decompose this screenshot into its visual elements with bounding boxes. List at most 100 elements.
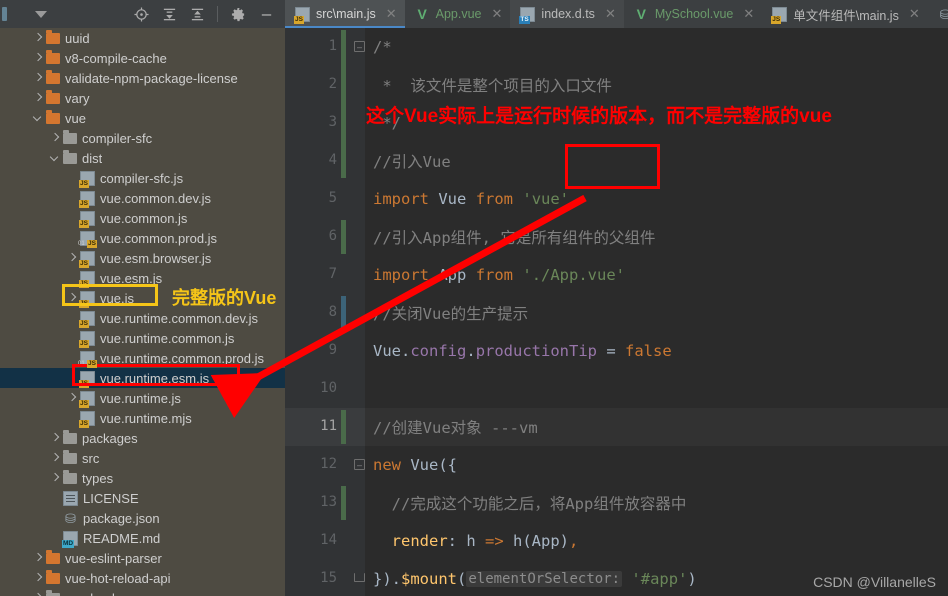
chevron-down-icon[interactable]: [33, 113, 43, 123]
code-line[interactable]: new Vue({: [365, 446, 948, 484]
vcs-change-marker[interactable]: [341, 486, 346, 520]
code-line[interactable]: //关闭Vue的生产提示: [365, 294, 948, 332]
tree-row-vue-common-prod-js[interactable]: vue.common.prod.js: [0, 228, 285, 248]
vcs-change-marker[interactable]: [341, 296, 346, 330]
tree-row-license[interactable]: LICENSE: [0, 488, 285, 508]
tree-row-vue-runtime-esm-js[interactable]: vue.runtime.esm.js: [0, 368, 285, 388]
expand-all-icon[interactable]: [184, 2, 210, 26]
chevron-right-icon[interactable]: [33, 553, 43, 563]
code-line[interactable]: render: h => h(App),: [365, 522, 948, 560]
tree-row-src[interactable]: src: [0, 448, 285, 468]
close-icon[interactable]: ✕: [605, 6, 616, 22]
tree-row-vue-hot-reload-api[interactable]: vue-hot-reload-api: [0, 568, 285, 588]
code-token: Vue: [373, 342, 401, 360]
vcs-change-marker[interactable]: [341, 220, 346, 254]
close-icon[interactable]: ✕: [743, 6, 754, 22]
chevron-right-icon[interactable]: [33, 73, 43, 83]
tab-单文件组件-main-js[interactable]: 单文件组件\main.js ✕: [762, 0, 927, 28]
code-content[interactable]: /* * 该文件是整个项目的入口文件 */ //引入Vue import Vue f…: [365, 28, 948, 596]
code-line[interactable]: import Vue from 'vue': [365, 180, 948, 218]
tab-index-d-ts[interactable]: index.d.ts ✕: [510, 0, 624, 28]
code-line[interactable]: Vue. config. productionTip = false: [365, 332, 948, 370]
tree-row-vue-runtime-common-js[interactable]: vue.runtime.common.js: [0, 328, 285, 348]
gear-icon[interactable]: [225, 2, 251, 26]
tab-src-main-js[interactable]: src\main.js ✕: [285, 0, 405, 28]
chevron-right-icon[interactable]: [50, 433, 60, 443]
tree-row-vue-runtime-mjs[interactable]: vue.runtime.mjs: [0, 408, 285, 428]
chevron-right-icon[interactable]: [33, 93, 43, 103]
tab-MySchool-vue[interactable]: V MySchool.vue ✕: [624, 0, 762, 28]
tree-row-vue[interactable]: vue: [0, 108, 285, 128]
tree-row-vue-runtime-common-prod-js[interactable]: vue.runtime.common.prod.js: [0, 348, 285, 368]
code-fold-marker[interactable]: [354, 573, 365, 582]
tree-row-vue-js[interactable]: vue.js: [0, 288, 285, 308]
tree-row-package-json[interactable]: ⛁ package.json: [0, 508, 285, 528]
folder-icon: [46, 570, 60, 584]
vcs-change-marker[interactable]: [341, 30, 346, 178]
vue-file-icon: V: [636, 5, 647, 22]
chevron-right-icon[interactable]: [33, 53, 43, 63]
tree-row-packages[interactable]: packages: [0, 428, 285, 448]
code-line[interactable]: */: [365, 104, 948, 142]
project-tree[interactable]: uuid v8-compile-cache validate-npm-package…: [0, 28, 285, 596]
line-number: 14: [320, 532, 337, 548]
code-line[interactable]: import App from './App.vue': [365, 256, 948, 294]
text-file-icon: [63, 490, 78, 506]
tree-row-v8-compile-cache[interactable]: v8-compile-cache: [0, 48, 285, 68]
tree-row-compiler-sfc[interactable]: compiler-sfc: [0, 128, 285, 148]
chevron-right-icon[interactable]: [50, 473, 60, 483]
code-line[interactable]: * 该文件是整个项目的入口文件: [365, 66, 948, 104]
code-editor[interactable]: 12345678910111213141516–– /* * 该文件是整个项目的…: [285, 28, 948, 596]
tree-row-vue-esm-js[interactable]: vue.esm.js: [0, 268, 285, 288]
minimize-icon[interactable]: [253, 2, 279, 26]
tree-row-uuid[interactable]: uuid: [0, 28, 285, 48]
tree-row-compiler-sfc-js[interactable]: compiler-sfc.js: [0, 168, 285, 188]
tree-row-label: LICENSE: [83, 490, 139, 506]
tree-row-vue-esm-browser-js[interactable]: vue.esm.browser.js: [0, 248, 285, 268]
tree-row-vue-common-js[interactable]: vue.common.js: [0, 208, 285, 228]
tree-row-vue-loader[interactable]: vue-loader: [0, 588, 285, 596]
code-fold-marker[interactable]: –: [354, 459, 365, 470]
chevron-down-icon[interactable]: [50, 153, 60, 163]
tab-App-vue[interactable]: V App.vue ✕: [405, 0, 511, 28]
chevron-right-icon[interactable]: [50, 133, 60, 143]
tree-row-vue-common-dev-js[interactable]: vue.common.dev.js: [0, 188, 285, 208]
code-line[interactable]: }). $mount(elementOrSelector: '#app'): [365, 560, 948, 596]
tree-row-label: types: [82, 470, 114, 486]
tree-row-vary[interactable]: vary: [0, 88, 285, 108]
chevron-right-icon[interactable]: [67, 293, 77, 303]
code-line[interactable]: //引入App组件, 它是所有组件的父组件: [365, 218, 948, 256]
close-icon[interactable]: ✕: [386, 6, 397, 22]
tree-row-vue-eslint-parser[interactable]: vue-eslint-parser: [0, 548, 285, 568]
editor-gutter[interactable]: 12345678910111213141516––: [285, 28, 365, 596]
chevron-right-icon[interactable]: [33, 33, 43, 43]
code-line[interactable]: //创建Vue对象 ---vm: [365, 408, 948, 446]
code-line[interactable]: [365, 370, 948, 408]
tree-row-types[interactable]: types: [0, 468, 285, 488]
vcs-change-marker[interactable]: [341, 410, 346, 444]
code-line[interactable]: //完成这个功能之后，将App组件放容器中: [365, 484, 948, 522]
tree-row-vue-runtime-js[interactable]: vue.runtime.js: [0, 388, 285, 408]
vue-file-icon: V: [417, 5, 427, 22]
code-line[interactable]: //引入Vue: [365, 142, 948, 180]
close-icon[interactable]: ✕: [909, 6, 920, 22]
locate-icon[interactable]: [128, 2, 154, 26]
collapse-all-icon[interactable]: [156, 2, 182, 26]
tab-packa[interactable]: ⛁packa: [928, 0, 948, 28]
code-token: render: [391, 532, 448, 550]
tree-row-vue-runtime-common-dev-js[interactable]: vue.runtime.common.dev.js: [0, 308, 285, 328]
code-token: App: [438, 266, 467, 284]
chevron-down-icon[interactable]: [35, 10, 47, 18]
chevron-right-icon[interactable]: [67, 253, 77, 263]
close-icon[interactable]: ✕: [492, 6, 503, 22]
chevron-right-icon[interactable]: [50, 453, 60, 463]
tree-row-readme-md[interactable]: README.md: [0, 528, 285, 548]
tree-row-dist[interactable]: dist: [0, 148, 285, 168]
chevron-right-icon[interactable]: [67, 393, 77, 403]
chevron-right-icon[interactable]: [33, 573, 43, 583]
code-line[interactable]: /*: [365, 28, 948, 66]
tree-row-validate-npm-package-license[interactable]: validate-npm-package-license: [0, 68, 285, 88]
code-fold-marker[interactable]: –: [354, 41, 365, 52]
tree-row-label: vue: [65, 110, 86, 126]
